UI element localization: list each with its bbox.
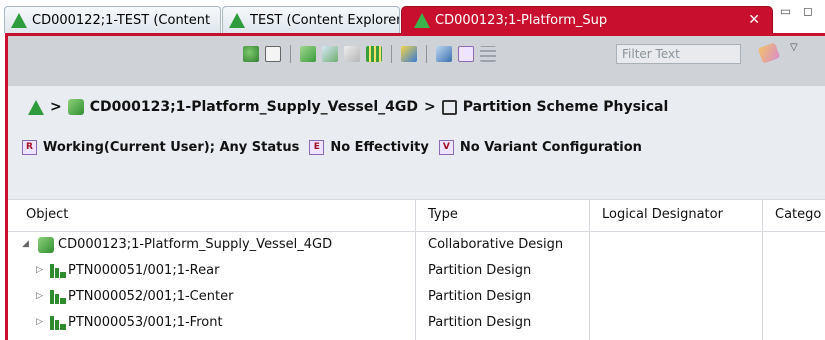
expand-arrow-icon[interactable]: ▷ (36, 265, 43, 275)
variant-config-label[interactable]: No Variant Configuration (460, 140, 642, 155)
teamcenter-triangle-icon (11, 12, 27, 28)
editor-toolbar: Filter Text ▽ (8, 36, 825, 86)
breadcrumb: > CD000123;1-Platform_Supply_Vessel_4GD … (28, 96, 668, 118)
view-menu-chevron-icon[interactable]: ▽ (790, 42, 798, 53)
configuration-bar: R Working(Current User); Any Status E No… (22, 137, 642, 157)
effectivity-icon[interactable]: E (309, 139, 325, 155)
type-cell: Partition Design (428, 263, 532, 278)
tab-label: CD000122;1-TEST (Content (32, 12, 211, 28)
cube-icon (38, 237, 54, 253)
table-row[interactable]: ▷ PTN000052/001;1-Center Partition Desig… (8, 285, 825, 310)
tab-label: TEST (Content Explorer) (250, 12, 400, 28)
toolbar-separator (391, 45, 392, 63)
object-cell: PTN000052/001;1-Center (68, 289, 234, 304)
filter-config-icon[interactable] (436, 46, 452, 62)
collaborative-design-icon (67, 99, 84, 115)
table-row[interactable]: ▷ PTN000053/001;1-Front Partition Design (8, 311, 825, 336)
add-element-icon[interactable] (243, 46, 259, 62)
breadcrumb-separator: > (50, 99, 62, 115)
assign-icon[interactable] (401, 46, 417, 62)
minimize-maximize-icon[interactable]: ▭ ◻ (780, 4, 817, 18)
teamcenter-triangle-icon (414, 12, 430, 28)
type-cell: Partition Design (428, 289, 532, 304)
variant-rule-icon[interactable] (458, 46, 474, 62)
structure-table: Object Type Logical Designator Catego ◢ … (8, 199, 825, 340)
structure-icon[interactable] (300, 46, 316, 62)
toolbar-icon-group (243, 44, 496, 64)
object-cell: PTN000051/001;1-Rear (68, 263, 220, 278)
tab-test-content-explorer[interactable]: TEST (Content Explorer) (222, 6, 400, 33)
expand-arrow-icon[interactable]: ▷ (36, 317, 43, 327)
expand-arrow-icon[interactable]: ▷ (36, 291, 43, 301)
home-triangle-icon[interactable] (28, 99, 44, 115)
expand-all-icon[interactable] (322, 46, 338, 62)
tab-label: CD000123;1-Platform_Sup (435, 12, 608, 28)
breadcrumb-view-link[interactable]: Partition Scheme Physical (463, 99, 669, 115)
toolbar-separator (290, 45, 291, 63)
list-filter-icon[interactable] (480, 46, 496, 62)
effectivity-label[interactable]: No Effectivity (330, 140, 429, 155)
tab-cd000123-platform-supply[interactable]: CD000123;1-Platform_Sup ✕ (401, 6, 773, 33)
properties-icon[interactable] (265, 46, 281, 62)
tab-cd000122-content[interactable]: CD000122;1-TEST (Content (4, 6, 221, 33)
partition-scheme-icon (441, 99, 457, 115)
column-header-type[interactable]: Type (428, 207, 458, 222)
object-cell: PTN000053/001;1-Front (68, 315, 223, 330)
partition-icon (50, 316, 66, 330)
partition-tree-icon[interactable] (366, 46, 382, 62)
partition-icon (50, 290, 66, 304)
collapse-icon[interactable] (344, 46, 360, 62)
toolbar-separator (426, 45, 427, 63)
revision-rule-label[interactable]: Working(Current User); Any Status (43, 140, 299, 155)
variant-config-icon[interactable]: V (438, 139, 454, 155)
breadcrumb-object-link[interactable]: CD000123;1-Platform_Supply_Vessel_4GD (90, 99, 418, 115)
column-header-category[interactable]: Catego (775, 207, 821, 222)
table-header: Object Type Logical Designator Catego (8, 199, 825, 232)
breadcrumb-separator: > (424, 99, 436, 115)
editor-tab-strip: CD000122;1-TEST (Content TEST (Content E… (0, 0, 825, 33)
type-cell: Partition Design (428, 315, 532, 330)
column-header-logical-designator[interactable]: Logical Designator (602, 207, 723, 222)
table-row[interactable]: ◢ CD000123;1-Platform_Supply_Vessel_4GD … (8, 233, 825, 258)
teamcenter-triangle-icon (229, 12, 245, 28)
revision-rule-icon[interactable]: R (22, 139, 37, 155)
close-tab-icon[interactable]: ✕ (748, 12, 760, 28)
column-header-object[interactable]: Object (26, 207, 68, 222)
object-cell: CD000123;1-Platform_Supply_Vessel_4GD (58, 237, 333, 252)
filter-text-input[interactable]: Filter Text (616, 44, 741, 64)
collapse-arrow-icon[interactable]: ◢ (22, 239, 29, 249)
clear-filter-eraser-icon[interactable] (757, 42, 781, 64)
type-cell: Collaborative Design (428, 237, 564, 252)
table-row[interactable]: ▷ PTN000051/001;1-Rear Partition Design (8, 259, 825, 284)
partition-icon (50, 264, 66, 278)
